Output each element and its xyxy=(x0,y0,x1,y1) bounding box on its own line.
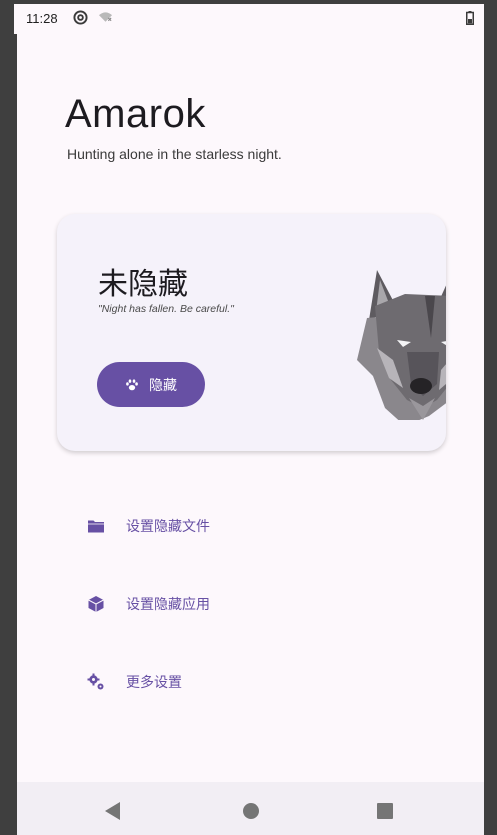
status-bar: 11:28 xyxy=(14,4,484,34)
device-frame-right xyxy=(484,0,497,835)
menu-item-more-settings[interactable]: 更多设置 xyxy=(87,667,182,697)
app-subtitle: Hunting alone in the starless night. xyxy=(67,146,282,162)
menu-item-label: 设置隐藏应用 xyxy=(126,597,210,613)
menu-item-label: 更多设置 xyxy=(126,675,182,691)
hide-button[interactable]: 隐藏 xyxy=(97,362,205,407)
menu-item-label: 设置隐藏文件 xyxy=(126,519,210,535)
paw-icon xyxy=(126,378,138,390)
gears-icon xyxy=(87,673,104,690)
app-screen: Amarok Hunting alone in the starless nig… xyxy=(17,34,484,835)
home-icon[interactable] xyxy=(243,803,259,819)
folder-icon xyxy=(88,520,104,533)
navigation-bar xyxy=(17,782,484,835)
recents-icon[interactable] xyxy=(377,803,393,819)
battery-icon xyxy=(466,11,474,25)
back-icon[interactable] xyxy=(105,802,121,820)
status-quote: "Night has fallen. Be careful." xyxy=(98,303,234,315)
hide-button-label: 隐藏 xyxy=(149,377,177,394)
app-title: Amarok xyxy=(65,92,206,136)
hide-status-text: 未隐藏 xyxy=(98,267,188,302)
package-icon xyxy=(88,596,104,612)
status-time: 11:28 xyxy=(26,11,58,26)
hide-status-card: 未隐藏 "Night has fallen. Be careful." 隐藏 xyxy=(57,214,446,451)
menu-item-hide-apps[interactable]: 设置隐藏应用 xyxy=(87,589,210,619)
wifi-off-icon xyxy=(98,12,113,22)
at-sign-icon xyxy=(73,10,88,25)
device-frame-left xyxy=(0,0,17,835)
wolf-icon xyxy=(357,270,446,420)
menu-item-hide-files[interactable]: 设置隐藏文件 xyxy=(87,511,210,541)
